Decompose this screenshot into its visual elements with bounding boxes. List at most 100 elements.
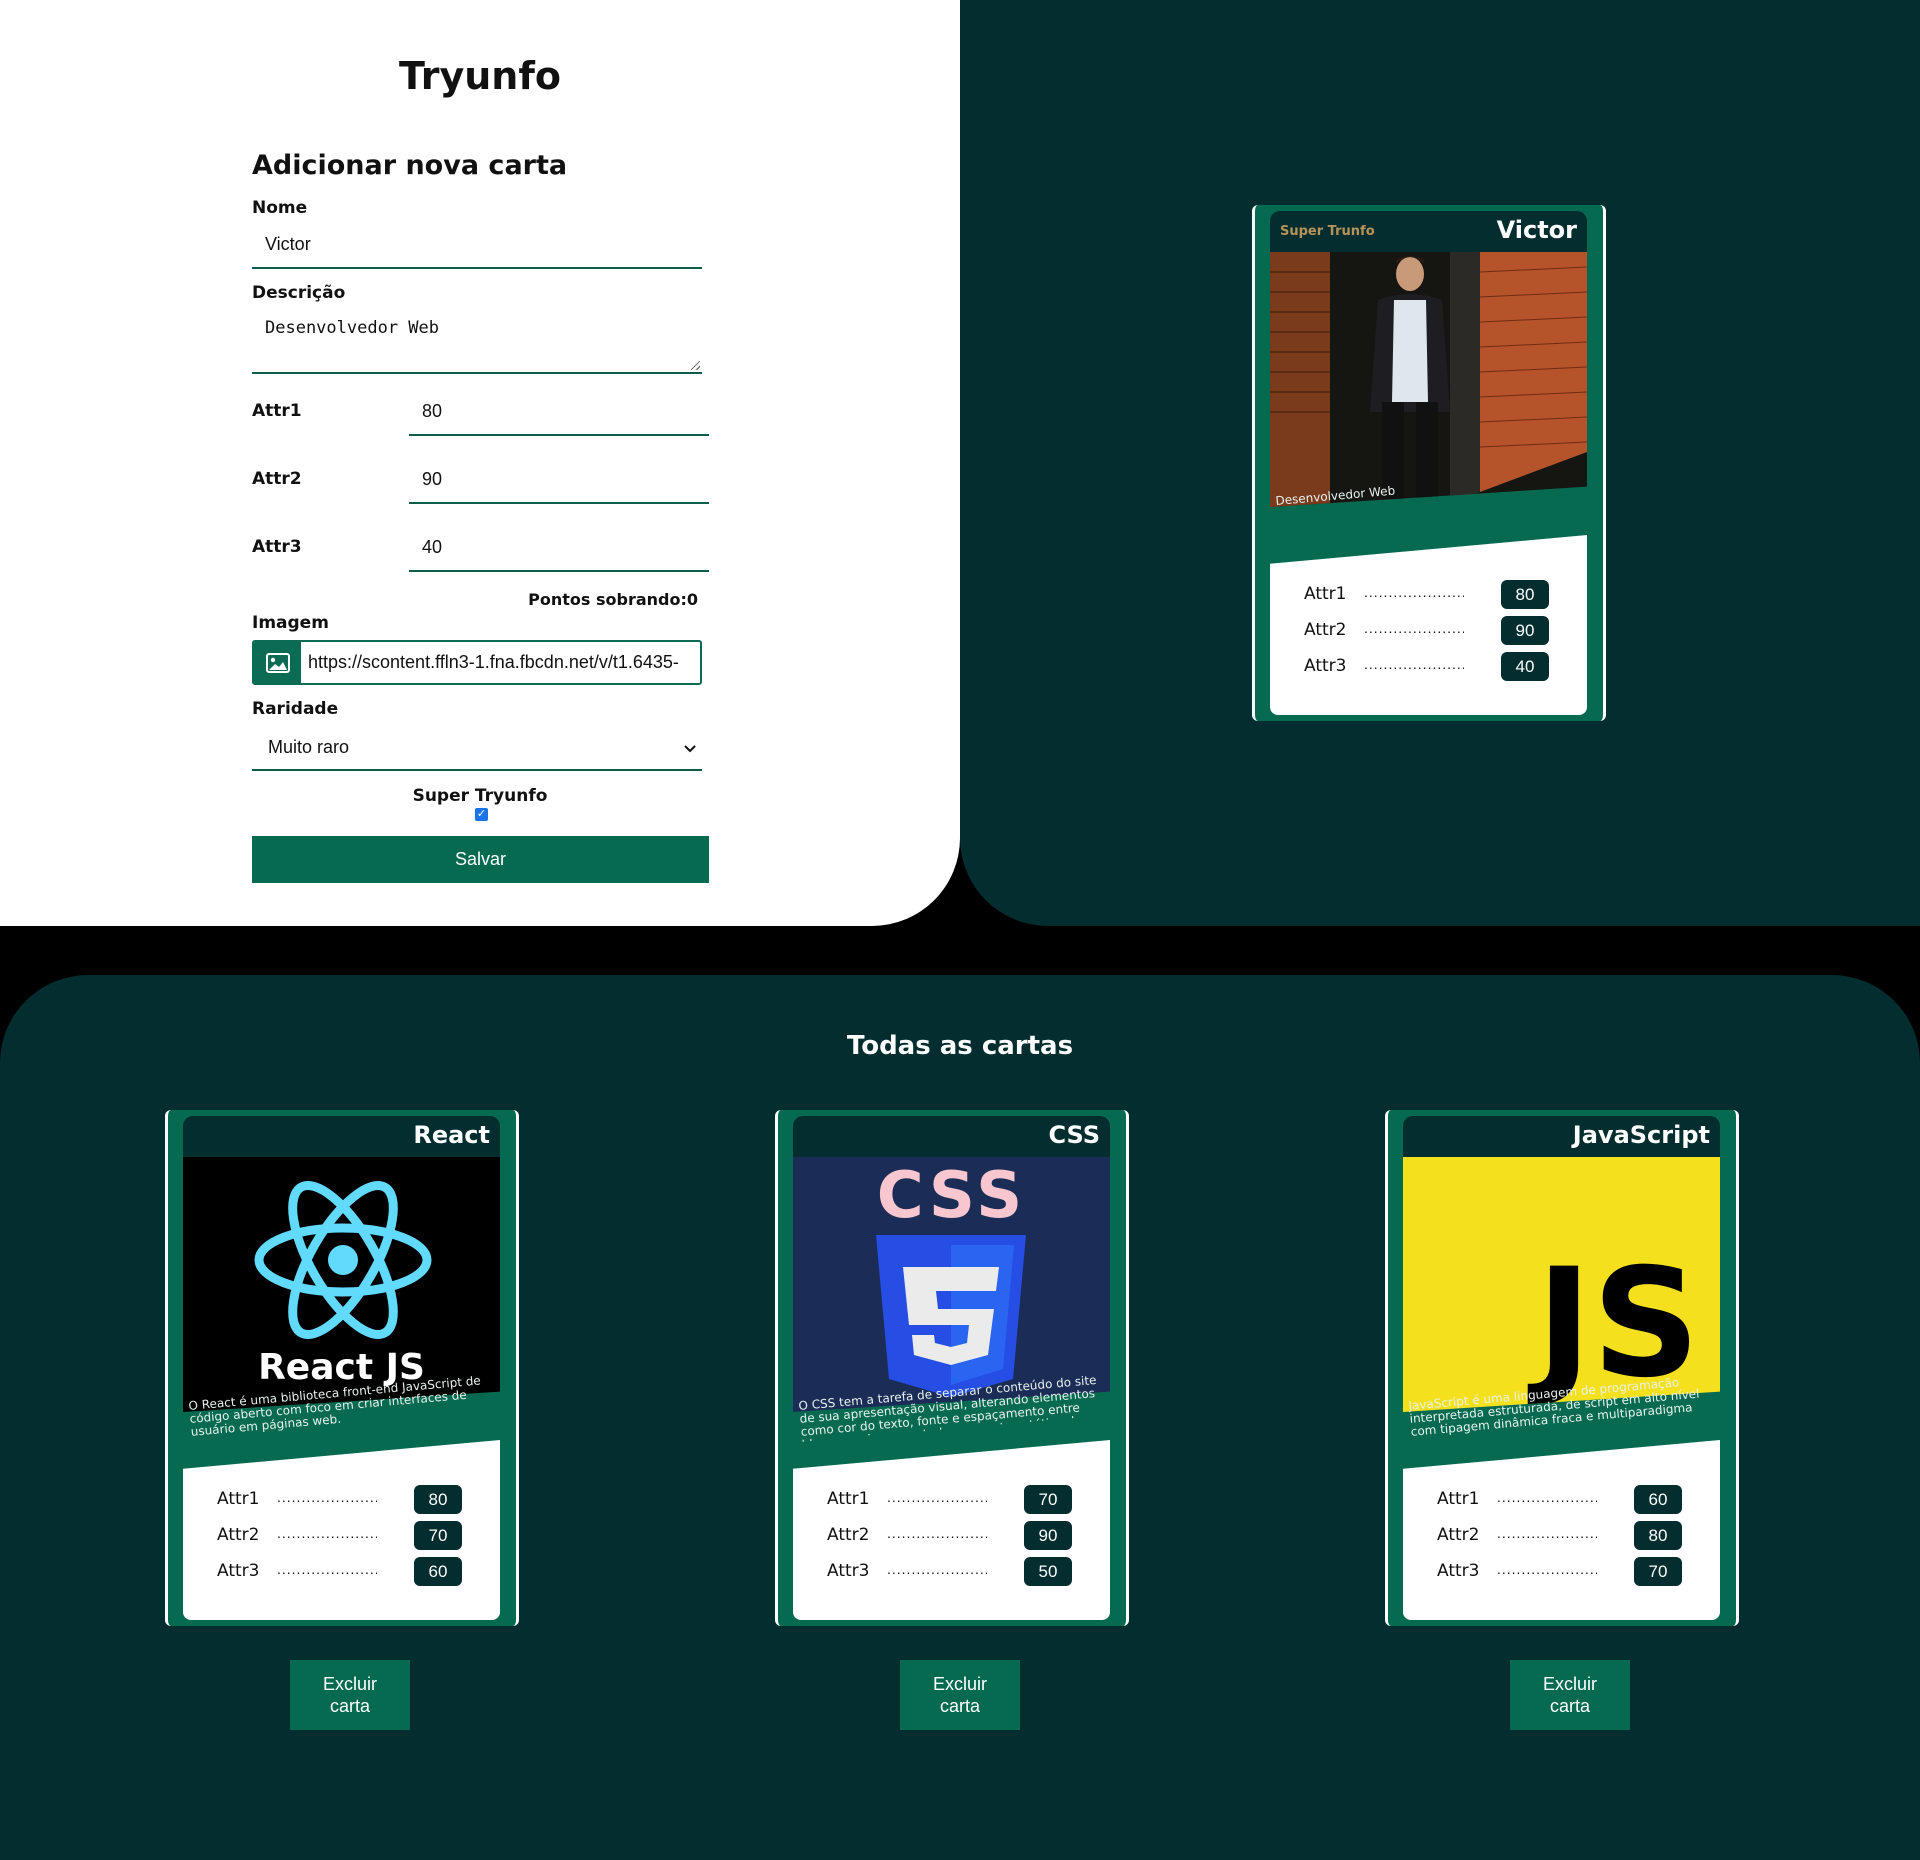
resize-handle-icon[interactable]	[691, 361, 700, 370]
card-react: React React JS O React é uma biblioteca …	[165, 1110, 519, 1626]
attr-row: Attr1 ..................................…	[1437, 1485, 1707, 1515]
attr-value: 40	[1501, 652, 1549, 681]
card-list-panel: Todas as cartas React React JS O React é…	[0, 975, 1920, 1860]
attr-dots: ........................................…	[1364, 620, 1464, 636]
card-image: JS	[1403, 1157, 1720, 1412]
attr-value: 80	[1634, 1521, 1682, 1550]
attr-value: 70	[1024, 1485, 1072, 1514]
card-preview-panel: Super Trunfo Victor Desenvolvedor Web At…	[960, 0, 1920, 926]
attr-label: Attr2	[827, 1525, 870, 1545]
attr-label: Attr2	[1437, 1525, 1480, 1545]
attr2-input[interactable]: 90	[409, 456, 709, 504]
attr-label: Attr1	[827, 1489, 870, 1509]
attr-label: Attr3	[827, 1561, 870, 1581]
attr1-input[interactable]: 80	[409, 388, 709, 436]
delete-label-line1: Excluir	[932, 1674, 987, 1694]
image-label: Imagem	[252, 613, 329, 633]
attr-value: 90	[1024, 1521, 1072, 1550]
attr-dots: ........................................…	[277, 1525, 377, 1541]
card-header: React	[183, 1116, 500, 1157]
attr3-label: Attr3	[252, 537, 302, 557]
attr-dots: ........................................…	[887, 1525, 987, 1541]
attr-value: 70	[414, 1521, 462, 1550]
rarity-value: Muito raro	[268, 737, 350, 757]
delete-label-line2: carta	[329, 1696, 370, 1716]
card-stats: Attr1 ..................................…	[1270, 535, 1587, 715]
attr-dots: ........................................…	[277, 1561, 377, 1577]
card-header: Super Trunfo Victor	[1270, 211, 1587, 252]
css-image-label: CSS	[876, 1159, 1027, 1233]
card-name: JavaScript	[1572, 1121, 1710, 1149]
app-title: Tryunfo	[398, 54, 561, 98]
card-name: Victor	[1496, 216, 1577, 244]
delete-label-line2: carta	[939, 1696, 980, 1716]
attr-label: Attr1	[1437, 1489, 1480, 1509]
image-url-input[interactable]: https://scontent.ffln3-1.fna.fbcdn.net/v…	[252, 640, 702, 685]
attr3-input[interactable]: 40	[409, 524, 709, 572]
super-tryunfo-checkbox[interactable]: ✓	[475, 808, 488, 821]
attr-row: Attr1 ..................................…	[827, 1485, 1097, 1515]
delete-card-button[interactable]: Excluir carta	[290, 1660, 410, 1730]
rarity-label: Raridade	[252, 699, 339, 719]
attr-dots: ........................................…	[887, 1489, 987, 1505]
card-header: CSS	[793, 1116, 1110, 1157]
card-header: JavaScript	[1403, 1116, 1720, 1157]
attr-dots: ........................................…	[1497, 1489, 1597, 1505]
delete-card-button[interactable]: Excluir carta	[900, 1660, 1020, 1730]
attr-row: Attr3 ..................................…	[827, 1557, 1097, 1587]
attr-value: 80	[414, 1485, 462, 1514]
card-stats: Attr1 ..................................…	[1403, 1440, 1720, 1620]
delete-label-line1: Excluir	[1542, 1674, 1597, 1694]
image-url-value: https://scontent.ffln3-1.fna.fbcdn.net/v…	[308, 652, 679, 672]
card-javascript: JavaScript JS JavaScript é uma linguagem…	[1385, 1110, 1739, 1626]
points-remaining: Pontos sobrando:0	[528, 590, 698, 609]
attr-row: Attr1 ..................................…	[1304, 580, 1574, 610]
description-label: Descrição	[252, 283, 346, 303]
attr2-label: Attr2	[252, 469, 302, 489]
super-trunfo-badge: Super Trunfo	[1280, 224, 1375, 239]
preview-card: Super Trunfo Victor Desenvolvedor Web At…	[1252, 205, 1606, 721]
attr-dots: ........................................…	[1497, 1561, 1597, 1577]
name-input[interactable]: Victor	[252, 222, 702, 269]
card-image	[1270, 252, 1587, 507]
attr-dots: ........................................…	[1364, 584, 1464, 600]
name-label: Nome	[252, 198, 308, 218]
attr-label: Attr2	[217, 1525, 260, 1545]
attr-value: 60	[414, 1557, 462, 1586]
attr-value: 80	[1501, 580, 1549, 609]
delete-label-line2: carta	[1549, 1696, 1590, 1716]
card-image: CSS	[793, 1157, 1110, 1412]
rarity-select[interactable]: Muito raro	[252, 726, 702, 771]
card-list-title: Todas as cartas	[846, 1031, 1074, 1061]
chevron-down-icon	[684, 737, 696, 758]
attr-label: Attr3	[1304, 656, 1347, 676]
attr-row: Attr1 ..................................…	[217, 1485, 487, 1515]
attr-row: Attr2 ..................................…	[217, 1521, 487, 1551]
attr-dots: ........................................…	[277, 1489, 377, 1505]
attr-label: Attr1	[1304, 584, 1347, 604]
attr-row: Attr3 ..................................…	[217, 1557, 487, 1587]
description-textarea[interactable]: Desenvolvedor Web	[252, 308, 702, 374]
attr-row: Attr2 ..................................…	[827, 1521, 1097, 1551]
save-button[interactable]: Salvar	[252, 836, 709, 883]
attr-value: 70	[1634, 1557, 1682, 1586]
form-title: Adicionar nova carta	[252, 150, 568, 181]
attr-label: Attr3	[217, 1561, 260, 1581]
attr-dots: ........................................…	[1497, 1525, 1597, 1541]
card-stats: Attr1 ..................................…	[793, 1440, 1110, 1620]
attr-row: Attr3 ..................................…	[1437, 1557, 1707, 1587]
attr-dots: ........................................…	[1364, 656, 1464, 672]
card-image: React JS	[183, 1157, 500, 1412]
delete-label-line1: Excluir	[322, 1674, 377, 1694]
attr-label: Attr2	[1304, 620, 1347, 640]
attr-label: Attr3	[1437, 1561, 1480, 1581]
attr-row: Attr2 ..................................…	[1437, 1521, 1707, 1551]
card-name: CSS	[1048, 1121, 1100, 1149]
attr-value: 60	[1634, 1485, 1682, 1514]
delete-card-button[interactable]: Excluir carta	[1510, 1660, 1630, 1730]
attr-dots: ........................................…	[887, 1561, 987, 1577]
attr-value: 50	[1024, 1557, 1072, 1586]
card-css: CSS CSS O CSS tem a tarefa de separar o …	[775, 1110, 1129, 1626]
attr-value: 90	[1501, 616, 1549, 645]
card-form: Tryunfo Adicionar nova carta Nome Victor…	[0, 0, 960, 926]
